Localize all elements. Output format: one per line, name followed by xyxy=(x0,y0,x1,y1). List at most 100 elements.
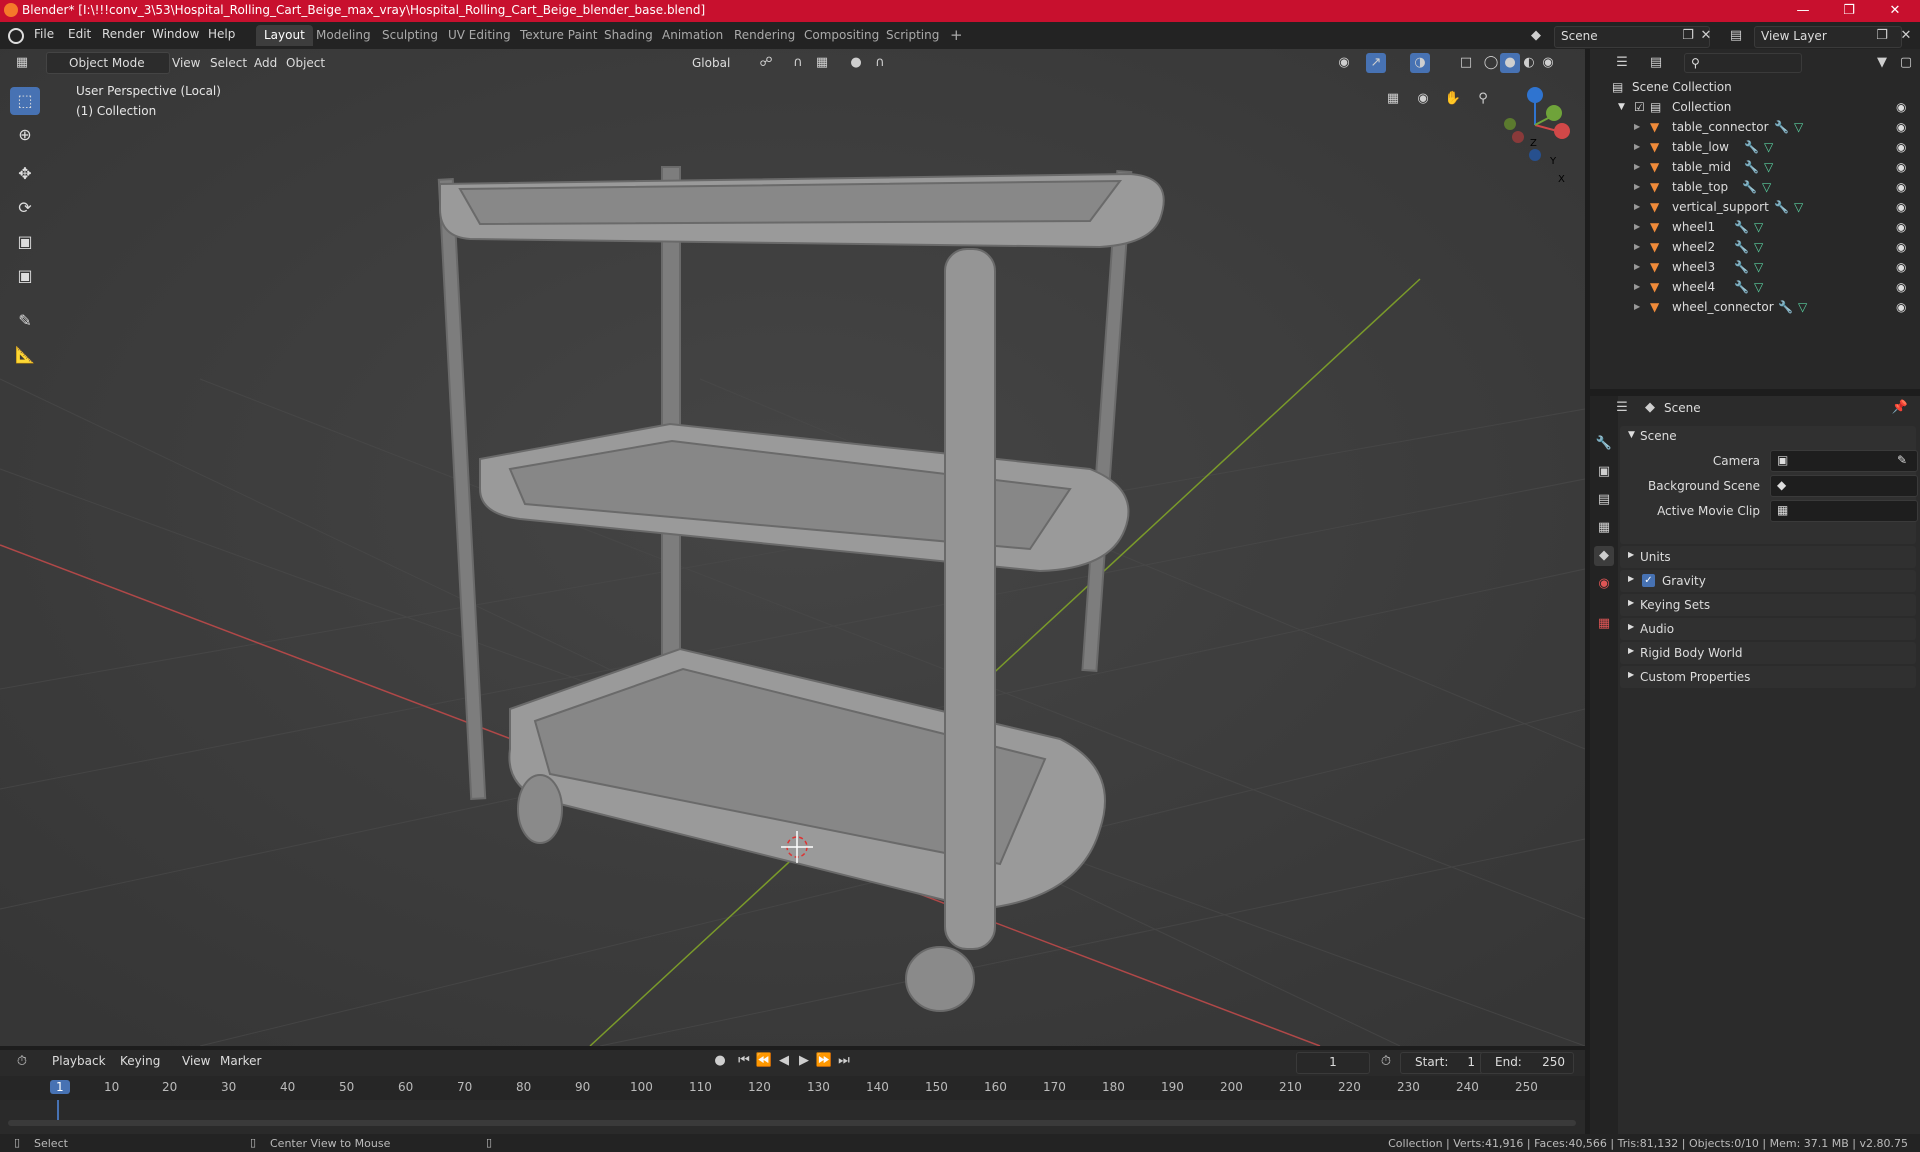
outliner-object-row[interactable]: ▶ ▼ wheel3 🔧 ▽ ◉ xyxy=(1590,257,1920,277)
panel-collapse-arrow-icon[interactable]: ▼ xyxy=(1628,430,1635,440)
mesh-data-icon[interactable]: ▽ xyxy=(1794,117,1803,137)
mesh-data-icon[interactable]: ▽ xyxy=(1754,257,1763,277)
visibility-icon[interactable]: ◉ xyxy=(1334,53,1354,73)
visibility-eye-icon[interactable]: ◉ xyxy=(1896,217,1906,237)
snap-target-icon[interactable]: ▦ xyxy=(812,53,832,73)
falloff-icon[interactable]: ∩ xyxy=(870,53,890,73)
mesh-data-icon[interactable]: ▽ xyxy=(1762,177,1771,197)
properties-editor-type-icon[interactable]: ☰ xyxy=(1612,398,1632,418)
tab-sculpting[interactable]: Sculpting xyxy=(374,25,446,46)
annotate-tool[interactable]: ✎ xyxy=(10,307,40,335)
tab-shading[interactable]: Shading xyxy=(596,25,661,46)
mesh-data-icon[interactable]: ▽ xyxy=(1764,157,1773,177)
current-frame-field[interactable]: 1 xyxy=(1296,1052,1370,1074)
proportional-edit-icon[interactable]: ● xyxy=(846,53,866,73)
start-frame-field[interactable]: Start: 1 xyxy=(1400,1052,1484,1074)
outliner-object-row[interactable]: ▶ ▼ table_low 🔧 ▽ ◉ xyxy=(1590,137,1920,157)
outliner-object-row[interactable]: ▶ ▼ wheel2 🔧 ▽ ◉ xyxy=(1590,237,1920,257)
outliner-search-input[interactable]: ⚲ xyxy=(1684,53,1802,73)
minimize-button[interactable]: — xyxy=(1780,0,1826,22)
cursor-tool[interactable]: ⊕ xyxy=(10,121,40,149)
rendered-shading-icon[interactable]: ◉ xyxy=(1538,53,1558,73)
render-tab-icon[interactable]: ▣ xyxy=(1594,462,1614,482)
mesh-data-icon[interactable]: ▽ xyxy=(1794,197,1803,217)
material-shading-icon[interactable]: ◐ xyxy=(1519,53,1539,73)
pivot-point-icon[interactable]: ☍ xyxy=(756,53,776,73)
menu-render[interactable]: Render xyxy=(102,27,145,41)
expand-arrow-icon[interactable]: ▶ xyxy=(1634,157,1640,177)
toggle-grid-icon[interactable]: ▦ xyxy=(1383,89,1403,109)
outliner-object-row[interactable]: ▶ ▼ vertical_support 🔧 ▽ ◉ xyxy=(1590,197,1920,217)
scene-tab-icon[interactable]: ◆ xyxy=(1594,546,1614,566)
xray-icon[interactable]: □ xyxy=(1456,53,1476,73)
expand-arrow-icon[interactable]: ▶ xyxy=(1634,257,1640,277)
tab-modeling[interactable]: Modeling xyxy=(308,25,379,46)
mesh-data-icon[interactable]: ▽ xyxy=(1754,277,1763,297)
modifier-wrench-icon[interactable]: 🔧 xyxy=(1742,177,1757,197)
solid-shading-icon[interactable]: ● xyxy=(1500,53,1520,73)
new-scene-icon[interactable]: ❐ xyxy=(1678,26,1698,46)
expand-arrow-icon[interactable]: ▶ xyxy=(1634,177,1640,197)
maximize-button[interactable]: ❐ xyxy=(1826,0,1872,22)
outliner-collection[interactable]: ▼ ☑ ▤ Collection ◉ xyxy=(1590,97,1920,117)
modifier-wrench-icon[interactable]: 🔧 xyxy=(1774,197,1789,217)
tab-uv-editing[interactable]: UV Editing xyxy=(440,25,519,46)
editor-type-icon[interactable]: ▦ xyxy=(12,53,32,73)
keying-sets-panel[interactable]: ▶ Keying Sets xyxy=(1620,594,1916,616)
modifier-wrench-icon[interactable]: 🔧 xyxy=(1774,117,1789,137)
outliner-object-row[interactable]: ▶ ▼ wheel4 🔧 ▽ ◉ xyxy=(1590,277,1920,297)
camera-view-icon[interactable]: ◉ xyxy=(1413,89,1433,109)
rigid-body-world-panel[interactable]: ▶ Rigid Body World xyxy=(1620,642,1916,664)
tab-scripting[interactable]: Scripting xyxy=(878,25,947,46)
timeline-menu-keying[interactable]: Keying xyxy=(114,1051,166,1071)
visibility-eye-icon[interactable]: ◉ xyxy=(1896,297,1906,317)
snap-icon[interactable]: ∩ xyxy=(788,53,808,73)
timeline-editor-type-icon[interactable]: ⏱ xyxy=(12,1052,32,1072)
viewport-menu-add[interactable]: Add xyxy=(248,53,283,73)
collapse-arrow-icon[interactable]: ▼ xyxy=(1618,97,1625,117)
tool-tab-icon[interactable]: 🔧 xyxy=(1594,434,1614,454)
menu-help[interactable]: Help xyxy=(208,27,235,41)
viewport-menu-object[interactable]: Object xyxy=(280,53,331,73)
display-mode-icon[interactable]: ▤ xyxy=(1646,53,1666,73)
visibility-eye-icon[interactable]: ◉ xyxy=(1896,137,1906,157)
custom-properties-panel[interactable]: ▶ Custom Properties xyxy=(1620,666,1916,688)
pin-icon[interactable]: 📌 xyxy=(1890,398,1910,418)
timeline-menu-marker[interactable]: Marker xyxy=(214,1051,267,1071)
next-keyframe-icon[interactable]: ⏩ xyxy=(814,1051,834,1071)
background-scene-field[interactable]: ◆ xyxy=(1770,475,1918,497)
scene-icon[interactable]: ◆ xyxy=(1526,26,1546,46)
units-panel[interactable]: ▶ Units xyxy=(1620,546,1916,568)
world-tab-icon[interactable]: ◉ xyxy=(1594,574,1614,594)
blender-menu-icon[interactable] xyxy=(8,28,24,44)
3d-viewport[interactable]: Z X Y ▦ Object Mode View Select Add Obje… xyxy=(0,49,1585,1046)
modifier-wrench-icon[interactable]: 🔧 xyxy=(1734,257,1749,277)
preview-range-icon[interactable]: ⏱ xyxy=(1376,1052,1396,1072)
outliner-editor-type-icon[interactable]: ☰ xyxy=(1612,53,1632,73)
add-workspace-button[interactable]: + xyxy=(942,25,971,46)
view-layer-tab-icon[interactable]: ▦ xyxy=(1594,518,1614,538)
mesh-data-icon[interactable]: ▽ xyxy=(1754,237,1763,257)
expand-arrow-icon[interactable]: ▶ xyxy=(1634,277,1640,297)
viewport-menu-select[interactable]: Select xyxy=(204,53,253,73)
object-mode-dropdown[interactable]: Object Mode xyxy=(46,52,170,74)
visibility-eye-icon[interactable]: ◉ xyxy=(1896,97,1906,117)
visibility-eye-icon[interactable]: ◉ xyxy=(1896,277,1906,297)
jump-end-icon[interactable]: ⏭ xyxy=(834,1051,854,1071)
outliner-scene-collection[interactable]: ▤ Scene Collection xyxy=(1590,77,1920,97)
tab-texture-paint[interactable]: Texture Paint xyxy=(512,25,605,46)
mesh-data-icon[interactable]: ▽ xyxy=(1798,297,1807,317)
timeline-scrollbar[interactable] xyxy=(8,1120,1576,1126)
expand-arrow-icon[interactable]: ▶ xyxy=(1634,197,1640,217)
visibility-eye-icon[interactable]: ◉ xyxy=(1896,237,1906,257)
gravity-panel[interactable]: ▶ ✓ Gravity xyxy=(1620,570,1916,592)
jump-start-icon[interactable]: ⏮ xyxy=(734,1051,754,1071)
expand-arrow-icon[interactable]: ▶ xyxy=(1634,117,1640,137)
play-reverse-icon[interactable]: ◀ xyxy=(774,1051,794,1071)
modifier-wrench-icon[interactable]: 🔧 xyxy=(1734,217,1749,237)
eyedropper-icon[interactable]: ✎ xyxy=(1897,453,1907,467)
texture-tab-icon[interactable]: ▦ xyxy=(1594,614,1614,634)
expand-arrow-icon[interactable]: ▶ xyxy=(1634,217,1640,237)
camera-field[interactable]: ▣ xyxy=(1770,450,1918,472)
expand-arrow-icon[interactable]: ▶ xyxy=(1634,237,1640,257)
